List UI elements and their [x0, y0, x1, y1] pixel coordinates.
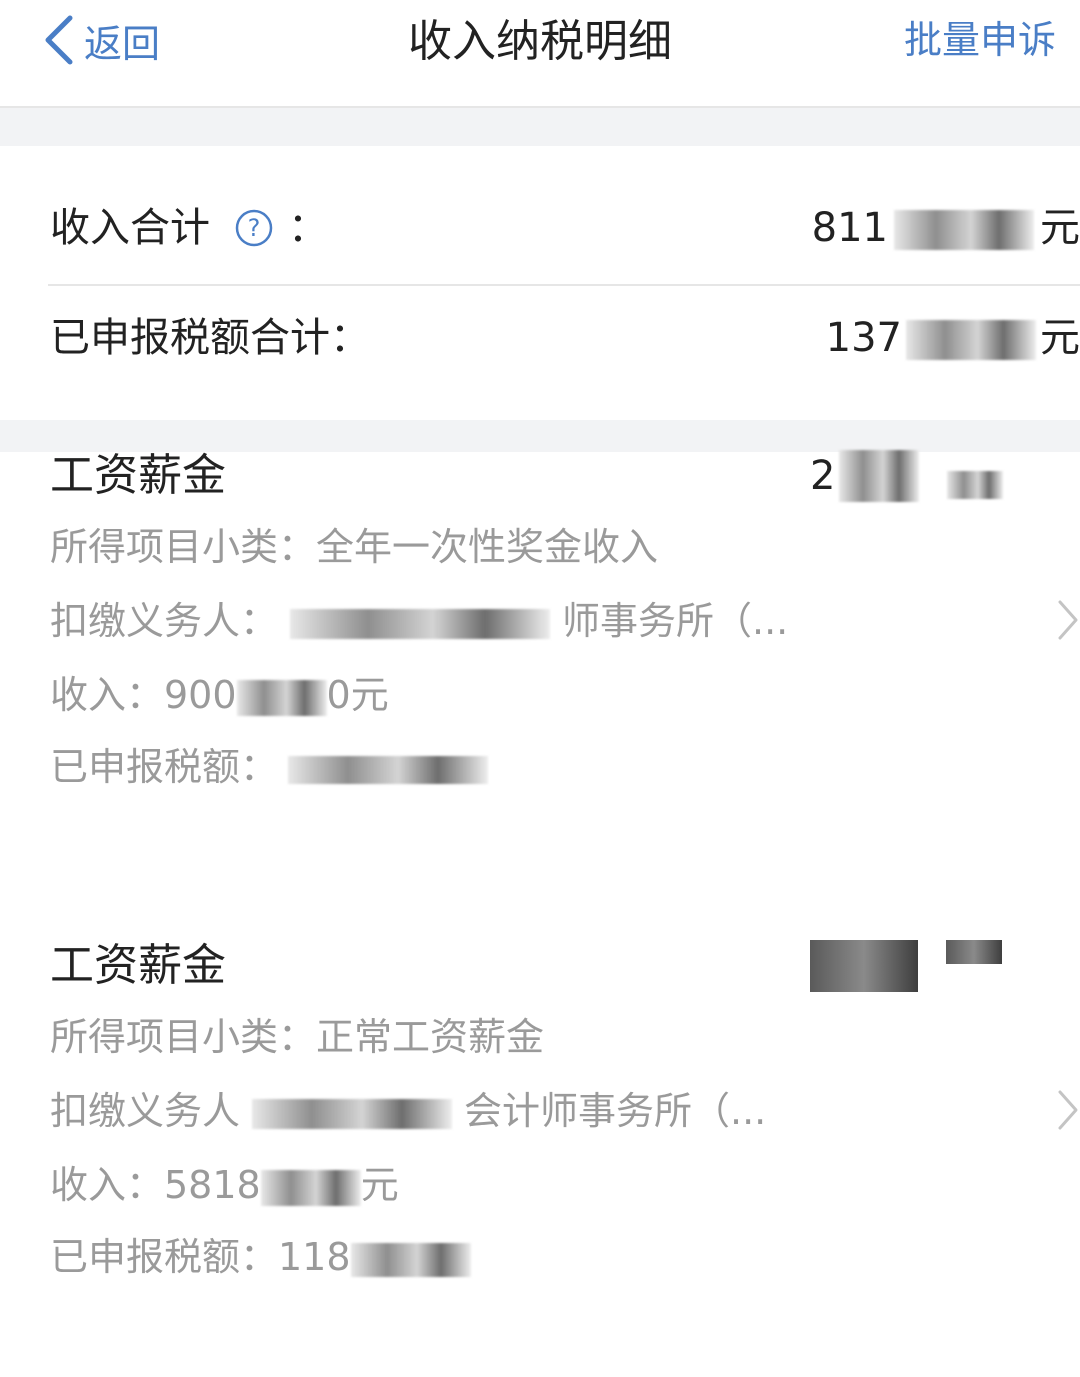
chevron-right-icon[interactable]	[1056, 598, 1080, 642]
redacted-blur	[350, 1242, 471, 1277]
income-record[interactable]: 工资薪金 所得项目小类：正常工资薪金 扣缴义务人 会计师事务所（... 收入：58…	[0, 930, 1080, 1290]
tax-total-label: 已申报税额合计：	[50, 315, 370, 361]
chevron-right-icon[interactable]	[1056, 1088, 1080, 1132]
record-withholder: 扣缴义务人： 师事务所（...	[50, 599, 789, 643]
divider	[48, 284, 1080, 286]
tax-total-row: 已申报税额合计： 137 元	[50, 310, 1080, 366]
redacted-blur	[252, 1098, 453, 1129]
redacted-blur	[290, 608, 551, 639]
batch-appeal-button[interactable]: 批量申诉	[904, 12, 1056, 68]
redacted-blur	[906, 320, 1036, 360]
redacted-blur	[894, 210, 1034, 250]
record-amount	[810, 940, 1002, 1000]
record-income: 收入：5818 元	[50, 1163, 399, 1207]
record-withholder: 扣缴义务人 会计师事务所（...	[50, 1089, 767, 1133]
redacted-blur	[288, 755, 489, 784]
income-record[interactable]: 工资薪金 2 所得项目小类：全年一次性奖金收入 扣缴义务人： 师事务所（... 收…	[0, 440, 1080, 800]
income-total-row: 收入合计 ? ： 811 元	[50, 200, 1080, 256]
redacted-blur	[810, 940, 918, 992]
record-tax: 已申报税额：118	[50, 1232, 471, 1282]
income-total-label: 收入合计	[50, 205, 210, 251]
redacted-blur	[946, 940, 1002, 964]
redacted-blur	[947, 471, 1004, 499]
record-subtype: 所得项目小类：全年一次性奖金收入	[50, 525, 659, 569]
section-separator	[0, 108, 1080, 146]
record-category: 工资薪金	[50, 450, 226, 501]
income-total-colon: ：	[288, 205, 328, 251]
record-income: 收入：900 0元	[50, 673, 389, 717]
svg-text:?: ?	[248, 214, 261, 242]
help-icon[interactable]: ?	[234, 208, 274, 248]
redacted-blur	[236, 679, 327, 716]
redacted-blur	[839, 450, 920, 502]
record-tax: 已申报税额：	[50, 742, 489, 792]
redacted-blur	[260, 1169, 361, 1206]
income-total-value: 811 元	[811, 205, 1080, 251]
tax-total-value: 137 元	[825, 315, 1080, 361]
record-subtype: 所得项目小类：正常工资薪金	[50, 1015, 545, 1059]
record-amount: 2	[810, 450, 1004, 510]
nav-bar: 返回 收入纳税明细 批量申诉	[0, 0, 1080, 108]
record-category: 工资薪金	[50, 940, 226, 991]
